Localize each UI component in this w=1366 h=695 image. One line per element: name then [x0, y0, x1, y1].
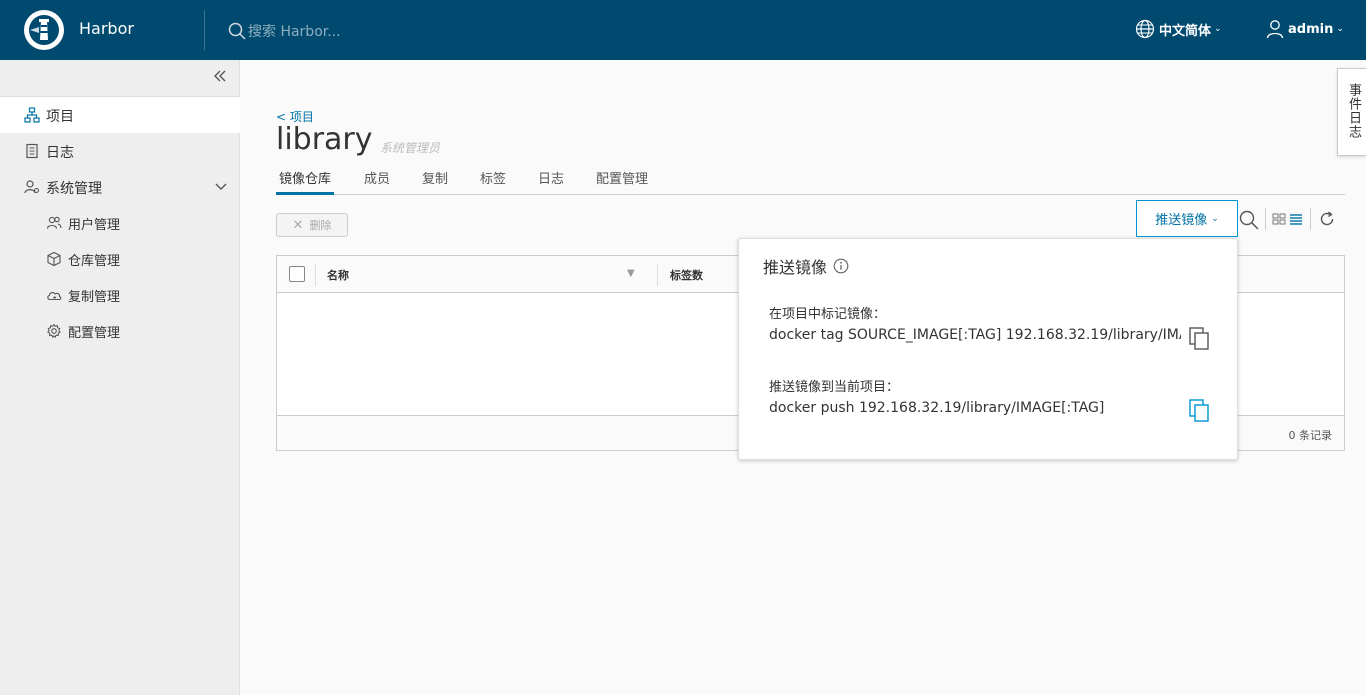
log-icon — [26, 143, 38, 159]
column-header-name[interactable]: 名称 — [327, 267, 349, 283]
column-header-tag-count[interactable]: 标签数 — [670, 267, 703, 283]
top-header: Harbor 搜索 Harbor... 中文简体 ⌄ admin ⌄ — [0, 0, 1366, 60]
gear-icon — [47, 323, 61, 339]
project-tabs: 镜像仓库 成员 复制 标签 日志 配置管理 — [276, 166, 1345, 195]
page-title: library — [276, 122, 373, 157]
collapse-sidebar-icon[interactable] — [212, 68, 232, 88]
user-icon — [1266, 20, 1284, 39]
sidebar-item-label: 仓库管理 — [68, 254, 121, 269]
harbor-logo[interactable] — [24, 10, 64, 50]
replication-icon — [47, 292, 62, 301]
globe-icon — [1135, 19, 1155, 39]
card-view-icon[interactable] — [1272, 210, 1286, 228]
tab-members[interactable]: 成员 — [364, 168, 390, 195]
sidebar-item-admin[interactable]: 系统管理 — [0, 169, 240, 205]
tab-replication[interactable]: 复制 — [422, 168, 448, 195]
push-command-label: 推送镜像到当前项目： — [769, 380, 900, 395]
language-selector[interactable]: 中文简体 ⌄ — [1135, 19, 1222, 39]
info-icon[interactable] — [833, 258, 849, 274]
sidebar-item-label: 系统管理 — [46, 181, 102, 197]
push-command-text[interactable]: docker push 192.168.32.19/library/IMAGE[… — [769, 400, 1181, 416]
sidebar-item-label: 用户管理 — [68, 218, 121, 233]
toolbar-divider — [1310, 208, 1311, 230]
filter-icon[interactable]: ▼ — [627, 268, 635, 279]
language-label: 中文简体 — [1159, 23, 1212, 39]
sidebar-item-label: 项目 — [46, 109, 74, 125]
chevron-down-icon: ⌄ — [1211, 213, 1219, 224]
chevron-down-icon: ⌄ — [1214, 24, 1222, 34]
close-icon: ✕ — [292, 217, 304, 233]
search-icon — [228, 22, 246, 40]
username: admin — [1288, 21, 1334, 37]
tab-repositories[interactable]: 镜像仓库 — [276, 168, 335, 195]
role-label: 系统管理员 — [380, 141, 441, 155]
tab-configuration[interactable]: 配置管理 — [596, 168, 648, 195]
sidebar-item-label: 配置管理 — [68, 326, 121, 341]
copy-icon[interactable] — [1189, 399, 1211, 423]
sidebar-item-configuration[interactable]: 配置管理 — [0, 313, 240, 349]
push-image-popover: 推送镜像 在项目中标记镜像： docker tag SOURCE_IMAGE[:… — [738, 238, 1238, 460]
record-count: 0 条记录 — [1288, 429, 1333, 442]
users-icon — [46, 216, 62, 229]
sidebar-item-projects[interactable]: 项目 — [0, 97, 240, 133]
event-log-label: 事件日志 — [1346, 83, 1361, 139]
push-image-button[interactable]: 推送镜像 ⌄ — [1136, 200, 1238, 237]
popover-title: 推送镜像 — [763, 254, 849, 278]
popover-title-text: 推送镜像 — [763, 258, 828, 277]
search-icon[interactable] — [1239, 210, 1259, 230]
registry-icon — [47, 251, 61, 267]
delete-button[interactable]: ✕ 删除 — [276, 213, 348, 237]
copy-icon[interactable] — [1189, 327, 1211, 351]
sidebar-item-registries[interactable]: 仓库管理 — [0, 241, 240, 277]
chevron-down-icon — [215, 183, 227, 190]
sidebar: 项目 日志 系统管理 用户管理 仓库管理 复制管理 配置管理 — [0, 60, 240, 695]
column-divider — [315, 264, 316, 286]
sidebar-item-users[interactable]: 用户管理 — [0, 205, 240, 241]
refresh-icon[interactable] — [1318, 210, 1336, 228]
search-placeholder[interactable]: 搜索 Harbor... — [248, 21, 341, 41]
list-view-icon[interactable] — [1289, 210, 1303, 228]
select-all-checkbox[interactable] — [289, 266, 305, 282]
tag-command-label: 在项目中标记镜像： — [769, 307, 887, 322]
tab-logs[interactable]: 日志 — [538, 168, 564, 195]
project-icon — [24, 107, 40, 123]
delete-button-label: 删除 — [309, 219, 332, 232]
admin-icon — [24, 180, 40, 194]
user-menu[interactable]: admin ⌄ — [1266, 19, 1344, 39]
global-search[interactable]: 搜索 Harbor... — [228, 20, 341, 42]
brand-name: Harbor — [79, 19, 134, 38]
column-divider — [657, 264, 658, 286]
sidebar-item-logs[interactable]: 日志 — [0, 133, 240, 169]
chevron-down-icon: ⌄ — [1336, 24, 1344, 34]
push-image-label: 推送镜像 — [1155, 213, 1208, 228]
tab-labels[interactable]: 标签 — [480, 168, 506, 195]
event-log-tab[interactable]: 事件日志 — [1337, 68, 1366, 156]
tag-command-text[interactable]: docker tag SOURCE_IMAGE[:TAG] 192.168.32… — [769, 327, 1181, 343]
sidebar-item-label: 复制管理 — [68, 290, 121, 305]
toolbar-divider — [1265, 208, 1266, 230]
sidebar-item-replication[interactable]: 复制管理 — [0, 277, 240, 313]
sidebar-item-label: 日志 — [46, 145, 74, 161]
header-divider — [204, 10, 205, 50]
